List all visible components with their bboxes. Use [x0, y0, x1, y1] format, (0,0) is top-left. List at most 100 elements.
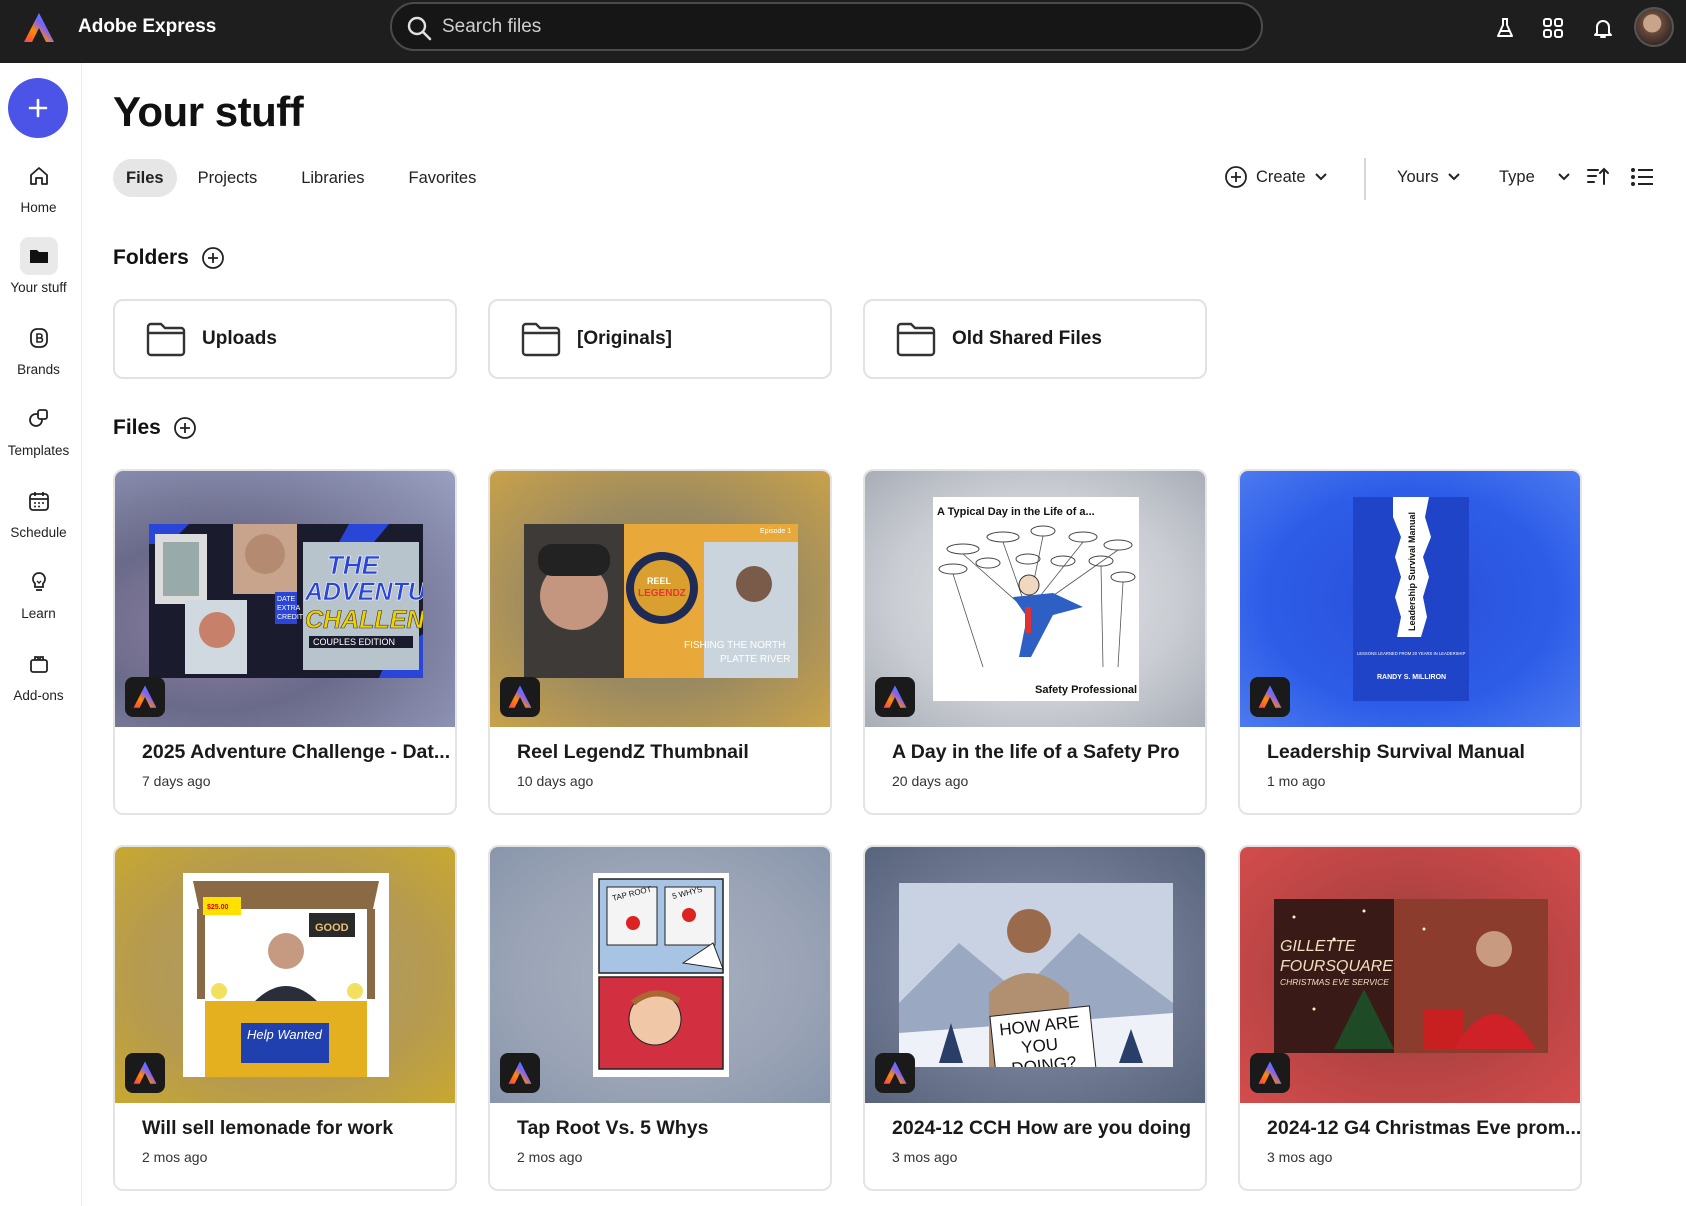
- adobe-express-badge-icon: [875, 677, 915, 717]
- files-heading-label: Files: [113, 416, 161, 439]
- folder-card-uploads[interactable]: Uploads: [113, 299, 457, 379]
- thumbnail-image: GILLETTE FOURSQUARE CHRISTMAS EVE SERVIC…: [1274, 899, 1548, 1053]
- notifications-bell-icon[interactable]: [1588, 13, 1618, 43]
- rail-item-label: Learn: [21, 606, 56, 621]
- folder-icon: [521, 322, 561, 357]
- folder-card-originals[interactable]: [Originals]: [488, 299, 832, 379]
- tab-libraries[interactable]: Libraries: [288, 159, 377, 197]
- owner-filter-dropdown[interactable]: Yours: [1397, 162, 1461, 192]
- file-thumbnail: TAP ROOT 5 WHYS: [490, 847, 830, 1103]
- rail-item-home[interactable]: Home: [0, 157, 77, 215]
- file-card[interactable]: THE ADVENTURE CHALLENGE COUPLES EDITION …: [113, 469, 457, 815]
- file-card[interactable]: A Typical Day in the Life of a... Safety…: [863, 469, 1207, 815]
- file-modified-date: 1 mo ago: [1267, 773, 1326, 789]
- file-thumbnail: THE ADVENTURE CHALLENGE COUPLES EDITION …: [115, 471, 455, 727]
- sort-order-button[interactable]: [1584, 163, 1612, 191]
- folder-icon: [19, 237, 58, 275]
- thumb-text: $25.00: [207, 904, 229, 911]
- type-filter-label: Type: [1499, 167, 1535, 186]
- rail-item-templates[interactable]: Templates: [0, 400, 77, 458]
- thumb-text: GOOD: [315, 922, 349, 934]
- search-icon: [407, 16, 432, 41]
- thumb-text: LESSONS LEARNED FROM 20 YEARS IN LEADERS…: [1357, 651, 1466, 656]
- calendar-icon: [20, 482, 58, 520]
- thumb-text: Leadership Survival Manual: [1407, 512, 1417, 631]
- folder-card-old-shared-files[interactable]: Old Shared Files: [863, 299, 1207, 379]
- file-card[interactable]: REEL LEGENDZ Episode 1 FISHING THE NORTH…: [488, 469, 832, 815]
- file-thumbnail: GILLETTE FOURSQUARE CHRISTMAS EVE SERVIC…: [1240, 847, 1580, 1103]
- add-circle-icon: [1225, 166, 1247, 188]
- plus-icon: [28, 98, 48, 118]
- adobe-express-logo-icon[interactable]: [22, 11, 56, 45]
- adobe-express-badge-icon: [1250, 1053, 1290, 1093]
- thumb-text: YOU: [1020, 1034, 1059, 1057]
- folders-heading: Folders: [113, 246, 225, 270]
- user-avatar[interactable]: [1634, 7, 1674, 47]
- adobe-express-badge-icon: [125, 677, 165, 717]
- folder-name: Old Shared Files: [952, 328, 1102, 349]
- add-file-icon[interactable]: [173, 416, 197, 440]
- file-modified-date: 2 mos ago: [142, 1149, 208, 1165]
- tab-favorites[interactable]: Favorites: [396, 159, 490, 197]
- rail-item-add-ons[interactable]: Add-ons: [0, 645, 77, 703]
- file-card[interactable]: HOW ARE YOU DOING? 2024-12 CCH How are y…: [863, 845, 1207, 1191]
- list-view-icon: [1631, 168, 1653, 186]
- rail-item-label: Add-ons: [13, 688, 64, 703]
- add-folder-icon[interactable]: [201, 246, 225, 270]
- thumb-text: Episode 1: [760, 528, 791, 535]
- create-label: Create: [1256, 167, 1306, 186]
- type-filter-dropdown[interactable]: Type: [1499, 162, 1571, 192]
- file-thumbnail: A Typical Day in the Life of a... Safety…: [865, 471, 1205, 727]
- rail-item-brands[interactable]: Brands: [0, 319, 77, 377]
- thumb-text: EXTRA: [277, 605, 301, 612]
- folder-icon: [896, 322, 936, 357]
- lightbulb-icon: [20, 563, 58, 601]
- top-bar: Adobe Express Search files: [0, 0, 1686, 63]
- thumbnail-image: $25.00 GOOD Help Wanted: [183, 873, 389, 1077]
- file-card[interactable]: TAP ROOT 5 WHYS Tap Root Vs. 5 Whys 2 mo…: [488, 845, 832, 1191]
- templates-icon: [20, 400, 58, 438]
- content-tabs: Files Projects Libraries Favorites: [113, 159, 489, 197]
- file-name: Leadership Survival Manual: [1267, 741, 1525, 763]
- rail-item-your-stuff[interactable]: Your stuff: [0, 237, 77, 295]
- rail-item-schedule[interactable]: Schedule: [0, 482, 77, 540]
- thumb-text: A Typical Day in the Life of a...: [937, 506, 1095, 518]
- file-card[interactable]: Leadership Survival Manual LESSONS LEARN…: [1238, 469, 1582, 815]
- app-title[interactable]: Adobe Express: [78, 16, 216, 38]
- file-name: A Day in the life of a Safety Pro: [892, 741, 1180, 763]
- file-modified-date: 3 mos ago: [1267, 1149, 1333, 1165]
- thumb-text: COUPLES EDITION: [313, 637, 395, 647]
- left-rail: Home Your stuff Brands Templates Schedul…: [0, 63, 82, 1206]
- thumbnail-image: HOW ARE YOU DOING?: [899, 883, 1173, 1067]
- rail-item-learn[interactable]: Learn: [0, 563, 77, 621]
- file-name: Will sell lemonade for work: [142, 1117, 394, 1139]
- folder-name: Uploads: [202, 328, 277, 349]
- thumb-text: RANDY S. MILLIRON: [1377, 674, 1446, 681]
- search-input[interactable]: Search files: [390, 2, 1263, 51]
- create-new-button[interactable]: [8, 78, 68, 138]
- folder-name: [Originals]: [577, 328, 673, 349]
- files-heading: Files: [113, 416, 197, 440]
- file-name: Tap Root Vs. 5 Whys: [517, 1117, 709, 1139]
- tab-projects[interactable]: Projects: [185, 159, 271, 197]
- thumb-text: GILLETTE: [1280, 938, 1356, 955]
- thumb-text: PLATTE RIVER: [720, 654, 790, 665]
- thumb-text: CHRISTMAS EVE SERVICE: [1280, 977, 1389, 987]
- tab-files[interactable]: Files: [113, 159, 177, 197]
- thumb-text: Safety Professional: [1035, 684, 1137, 696]
- list-view-button[interactable]: [1628, 163, 1656, 191]
- rail-item-label: Brands: [17, 362, 60, 377]
- create-dropdown-button[interactable]: Create: [1224, 162, 1328, 192]
- page-title: Your stuff: [113, 88, 304, 135]
- owner-filter-label: Yours: [1397, 167, 1439, 186]
- file-card[interactable]: $25.00 GOOD Help Wanted Will sell lemona…: [113, 845, 457, 1191]
- adobe-express-badge-icon: [500, 1053, 540, 1093]
- apps-grid-icon[interactable]: [1538, 13, 1568, 43]
- file-name: 2024-12 CCH How are you doing: [892, 1117, 1192, 1139]
- file-thumbnail: $25.00 GOOD Help Wanted: [115, 847, 455, 1103]
- labs-flask-icon[interactable]: [1490, 13, 1520, 43]
- thumb-text: FOURSQUARE: [1280, 958, 1393, 975]
- thumb-text: CREDIT: [277, 614, 304, 621]
- thumb-text: DATE: [277, 596, 295, 603]
- file-card[interactable]: GILLETTE FOURSQUARE CHRISTMAS EVE SERVIC…: [1238, 845, 1582, 1191]
